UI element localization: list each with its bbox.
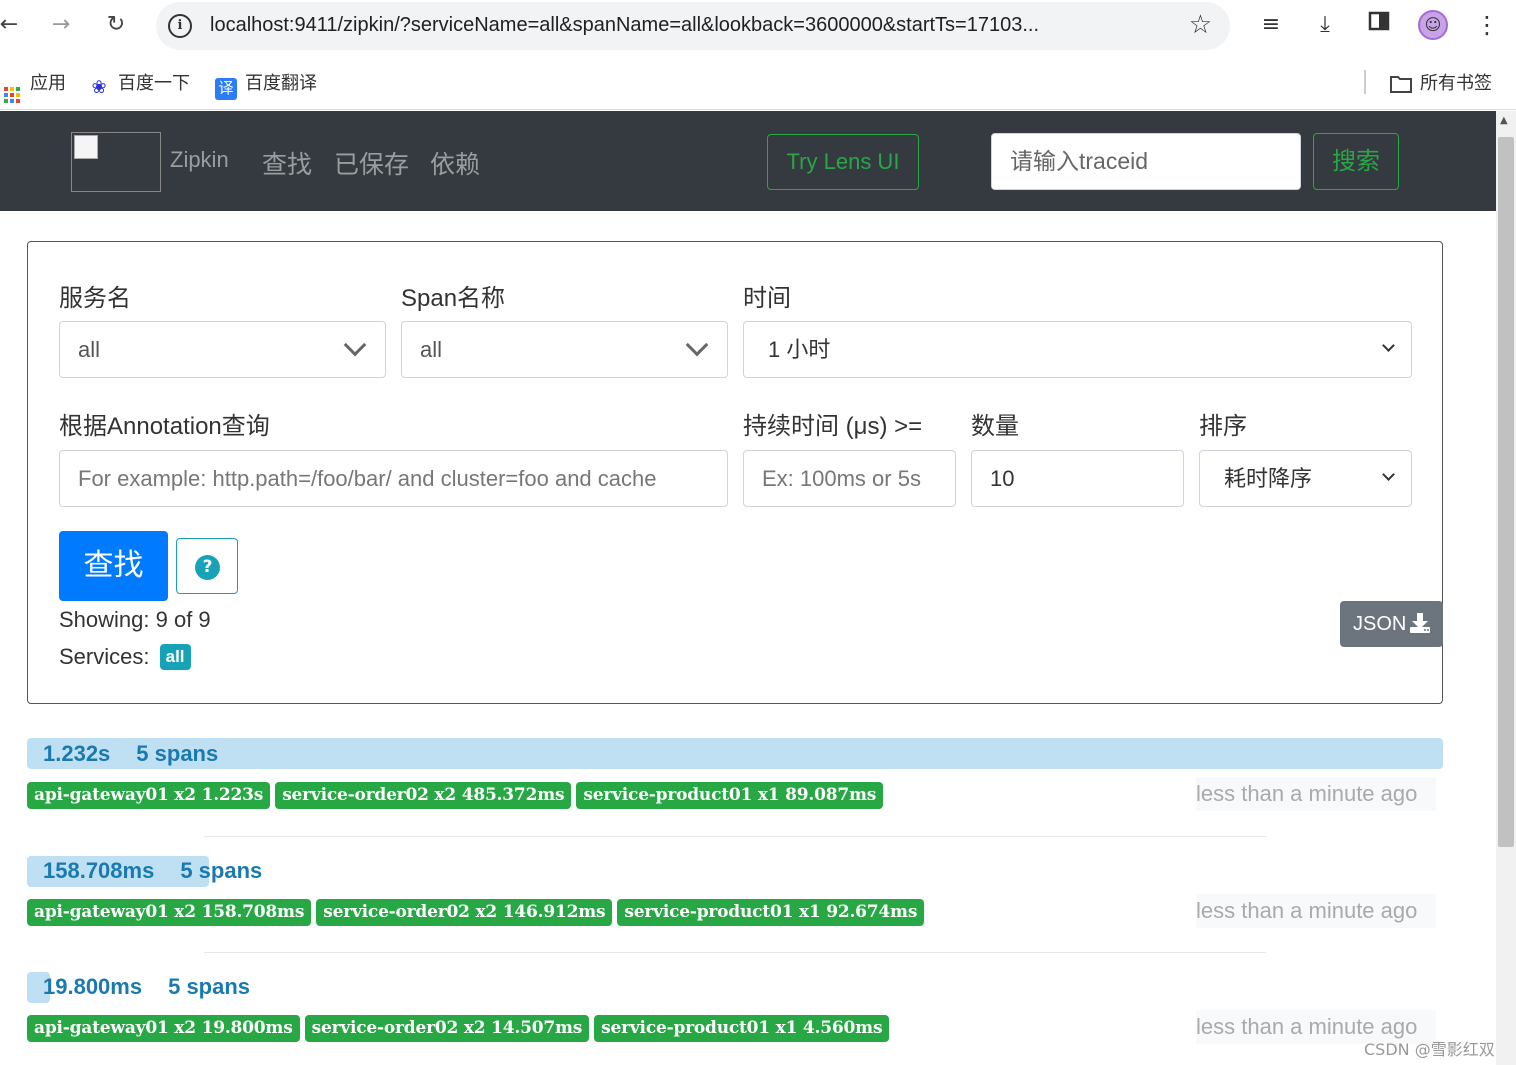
zipkin-logo[interactable] [71,132,161,192]
help-button[interactable]: ? [176,538,238,594]
reading-list-icon[interactable]: ≡ [1256,10,1286,40]
service-tags: api-gateway01 x2 1.223s service-order02 x… [27,782,888,810]
nav-find[interactable]: 查找 [262,145,312,181]
page-scrollbar[interactable]: ▲ [1496,111,1516,1065]
trace-summary[interactable]: 19.800ms 5 spans [43,974,250,1000]
span-name-label: Span名称 [401,285,506,312]
all-bookmarks[interactable]: 所有书签 [1390,70,1492,96]
service-tag[interactable]: service-product01 x1 4.560ms [594,1015,890,1042]
trace-duration: 19.800ms [43,974,143,999]
scroll-thumb[interactable] [1498,137,1514,847]
browser-menu-icon[interactable]: ⋮ [1472,10,1502,40]
time-ago: less than a minute ago [1196,777,1436,811]
duration-label: 持续时间 (μs) >= [743,413,923,440]
profile-avatar[interactable]: ☺ [1418,10,1448,40]
bookmarks-bar: 应用 ❀ 百度一下 译百度翻译 所有书签 [0,56,1516,110]
showing-count: Showing: 9 of 9 [59,607,211,632]
baidu-paw-icon: ❀ [91,77,107,97]
brand-name[interactable]: Zipkin [170,147,229,173]
service-tags: api-gateway01 x2 158.708ms service-order0… [27,899,929,927]
services-filter: Services: all [59,644,191,670]
bookmark-separator [1364,70,1366,94]
trace-duration: 158.708ms [43,858,155,883]
service-tag[interactable]: api-gateway01 x2 19.800ms [27,1015,300,1042]
find-button[interactable]: 查找 [59,531,168,601]
service-badge-all[interactable]: all [159,644,191,670]
bookmark-apps[interactable]: 应用 [4,70,66,103]
service-tag[interactable]: service-product01 x1 92.674ms [617,899,925,926]
bookmark-baidu[interactable]: ❀ 百度一下 [88,70,190,97]
service-tag[interactable]: api-gateway01 x2 1.223s [27,782,271,809]
folder-icon [1390,75,1412,97]
annotation-query-label: 根据Annotation查询 [59,413,270,440]
address-bar[interactable]: i localhost:9411/zipkin/?serviceName=all… [156,2,1230,50]
traceid-input[interactable]: 请输入traceid [991,133,1301,190]
chevron-down-icon [685,333,709,357]
sort-select[interactable]: 耗时降序 [1199,450,1412,507]
service-tag[interactable]: service-product01 x1 89.087ms [576,782,884,809]
time-select[interactable]: 1 小时 [743,321,1412,378]
download-icon[interactable]: ⤓ [1310,10,1340,40]
download-icon [1410,613,1430,633]
result-divider [204,836,1266,837]
chevron-down-icon [1382,339,1395,352]
csdn-watermark: CSDN @雪影红双 [1364,1040,1495,1059]
question-icon: ? [195,555,220,580]
duration-bar [27,738,1443,769]
apps-grid-icon [4,87,20,103]
service-tag[interactable]: service-order02 x2 485.372ms [275,782,572,809]
result-divider [204,952,1266,953]
zipkin-navbar: Zipkin 查找 已保存 依赖 Try Lens UI 请输入traceid … [0,111,1496,211]
service-name-label: 服务名 [59,285,131,312]
time-ago: less than a minute ago [1196,894,1436,928]
limit-label: 数量 [971,413,1019,440]
nav-saved[interactable]: 已保存 [334,145,409,181]
try-lens-ui-button[interactable]: Try Lens UI [767,134,919,190]
service-tag[interactable]: api-gateway01 x2 158.708ms [27,899,312,926]
traceid-search-button[interactable]: 搜索 [1313,133,1399,190]
span-count: 5 spans [180,858,263,883]
chevron-down-icon [1382,468,1395,481]
reload-icon[interactable]: ↻ [101,10,131,40]
limit-input[interactable]: 10 [971,450,1184,507]
broken-image-icon [74,135,98,159]
side-panel-icon[interactable] [1364,10,1394,40]
trace-duration: 1.232s [43,741,111,766]
translate-icon: 译 [215,78,237,100]
time-label: 时间 [743,285,791,312]
site-info-icon[interactable]: i [168,14,192,38]
annotation-query-input[interactable]: For example: http.path=/foo/bar/ and clu… [59,450,728,507]
span-count: 5 spans [136,741,219,766]
search-form-card: 服务名 Span名称 时间 all all 1 小时 根据Annotation查… [27,241,1443,704]
service-tag[interactable]: service-order02 x2 14.507ms [304,1015,590,1042]
json-download-button[interactable]: JSON [1340,601,1443,647]
service-name-select[interactable]: all [59,321,386,378]
span-name-select[interactable]: all [401,321,728,378]
forward-arrow-icon[interactable]: → [46,10,76,40]
bookmark-star-icon[interactable]: ☆ [1189,10,1212,40]
chevron-down-icon [343,333,367,357]
span-count: 5 spans [168,974,251,999]
service-tag[interactable]: service-order02 x2 146.912ms [316,899,613,926]
browser-toolbar: ← → ↻ i localhost:9411/zipkin/?serviceNa… [0,0,1516,56]
url-text[interactable]: localhost:9411/zipkin/?serviceName=all&s… [210,14,1170,37]
sort-label: 排序 [1199,413,1247,440]
trace-summary[interactable]: 1.232s 5 spans [43,741,218,767]
back-arrow-icon[interactable]: ← [0,10,24,40]
scroll-up-icon[interactable]: ▲ [1500,115,1508,126]
trace-summary[interactable]: 158.708ms 5 spans [43,858,262,884]
bookmark-baidu-translate[interactable]: 译百度翻译 [215,70,317,100]
duration-input[interactable]: Ex: 100ms or 5s [743,450,956,507]
nav-dependencies[interactable]: 依赖 [430,145,480,181]
service-tags: api-gateway01 x2 19.800ms service-order02… [27,1015,894,1043]
